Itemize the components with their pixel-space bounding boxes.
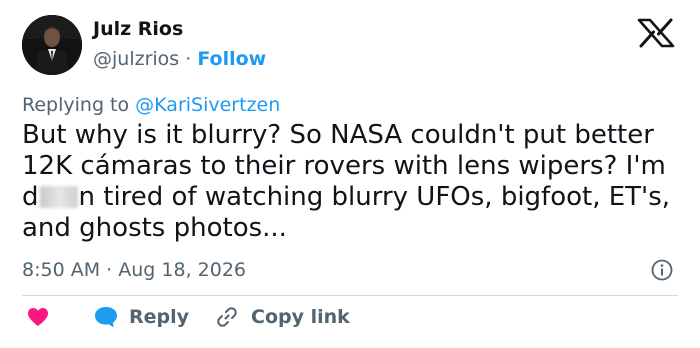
reply-label: Reply	[129, 306, 190, 328]
replying-to-mention[interactable]: @KariSivertzen	[135, 94, 280, 116]
tweet-date: Aug 18, 2026	[118, 259, 246, 281]
x-logo-icon[interactable]	[636, 18, 676, 48]
replying-to-label: Replying to	[22, 94, 130, 116]
author-name[interactable]: Julz Rios	[93, 18, 183, 40]
timestamp-separator: ·	[106, 259, 113, 281]
info-icon[interactable]	[651, 259, 673, 281]
like-button[interactable]	[26, 305, 50, 329]
heart-icon	[28, 308, 48, 326]
speech-bubble-icon	[95, 307, 117, 328]
handle-separator: ·	[185, 48, 192, 70]
tweet-text: But why is it blurry? So NASA couldn't p…	[22, 120, 686, 244]
link-icon	[217, 307, 237, 327]
avatar-photo	[22, 15, 82, 75]
copy-link-button[interactable]: Copy link	[215, 305, 350, 329]
tweet-timestamp[interactable]: 8:50 AM · Aug 18, 2026	[22, 259, 246, 281]
divider	[22, 295, 678, 296]
replying-to-line: Replying to @KariSivertzen	[22, 94, 280, 116]
tweet-text-part2: n tired of watching blurry UFOs, bigfoot…	[22, 182, 671, 243]
author-handle[interactable]: @julzrios	[93, 48, 179, 70]
author-handle-row: @julzrios · Follow	[93, 48, 266, 70]
avatar[interactable]	[22, 15, 82, 75]
tweet-time: 8:50 AM	[22, 259, 101, 281]
censored-blur	[39, 186, 78, 208]
copy-link-label: Copy link	[251, 306, 350, 328]
follow-button[interactable]: Follow	[197, 48, 266, 70]
reply-button[interactable]: Reply	[93, 305, 189, 329]
